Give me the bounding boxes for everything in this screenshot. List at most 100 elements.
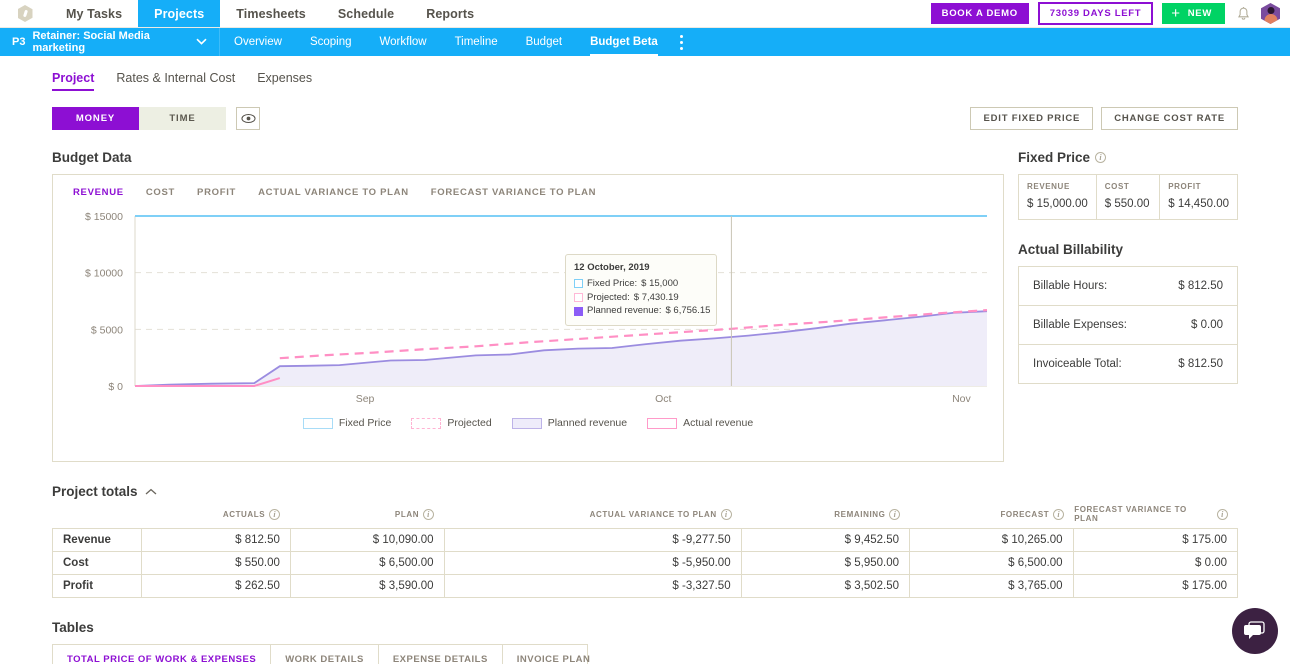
info-icon[interactable]: i	[423, 508, 435, 520]
info-icon[interactable]: i	[1217, 508, 1229, 520]
chart-tab-profit[interactable]: PROFIT	[197, 187, 236, 198]
col-header-actuals: ACTUALS i	[141, 505, 290, 523]
tooltip-label: Projected:	[587, 291, 630, 303]
info-icon[interactable]: i	[889, 508, 901, 520]
cell-actuals: $ 550.00	[142, 552, 291, 574]
chart-tab-revenue[interactable]: REVENUE	[73, 187, 124, 198]
tooltip-value: $ 15,000	[641, 277, 679, 289]
legend-item-fixed-price[interactable]: Fixed Price	[302, 417, 391, 429]
legend-item-planned-revenue[interactable]: Planned revenue	[511, 417, 627, 429]
tab-label: Budget Beta	[590, 36, 658, 48]
fixed-price-cost-cell: COST $ 550.00	[1096, 174, 1161, 220]
nav-label: My Tasks	[66, 6, 123, 21]
info-icon[interactable]: i	[269, 508, 281, 520]
time-toggle-button[interactable]: TIME	[139, 107, 226, 130]
project-code: P3	[12, 36, 26, 48]
col-header-label: FORECAST	[1000, 509, 1050, 519]
info-icon[interactable]: i	[1095, 152, 1107, 163]
cell-plan: $ 6,500.00	[291, 552, 445, 574]
nav-label: Projects	[154, 6, 205, 21]
col-header-plan: PLAN i	[290, 505, 444, 523]
money-toggle-button[interactable]: MONEY	[52, 107, 139, 130]
project-totals-section: Project totals ACTUALS i PLAN i ACTUAL V…	[52, 484, 1238, 598]
notifications-bell-icon[interactable]	[1234, 5, 1252, 23]
new-button[interactable]: + NEW	[1162, 3, 1225, 24]
subtab-rates-internal-cost[interactable]: Rates & Internal Cost	[116, 71, 235, 91]
tab-label: Overview	[234, 36, 282, 48]
budget-data-title: Budget Data	[52, 150, 1004, 165]
table-row: Cost $ 550.00 $ 6,500.00 $ -5,950.00 $ 5…	[53, 552, 1237, 575]
col-header-label: ACTUALS	[222, 509, 266, 519]
chart-tab-cost[interactable]: COST	[146, 187, 175, 198]
tables-title: Tables	[52, 620, 1238, 635]
edit-fixed-price-button[interactable]: EDIT FIXED PRICE	[970, 107, 1094, 130]
y-axis-tick-label: $ 0	[108, 381, 123, 393]
nav-item-timesheets[interactable]: Timesheets	[220, 0, 322, 27]
nav-item-projects[interactable]: Projects	[138, 0, 221, 27]
cell-forecast-variance: $ 0.00	[1195, 557, 1227, 569]
table-row: Profit $ 262.50 $ 3,590.00 $ -3,327.50 $…	[53, 575, 1237, 597]
nav-label: Reports	[426, 6, 475, 21]
subtab-project[interactable]: Project	[52, 71, 95, 91]
billability-row-billable-hours: Billable Hours: $ 812.50	[1019, 267, 1237, 306]
billability-row-invoiceable-total: Invoiceable Total: $ 812.50	[1019, 345, 1237, 383]
subtab-label: Rates & Internal Cost	[116, 71, 236, 85]
chart-metric-tabs: REVENUE COST PROFIT ACTUAL VARIANCE TO P…	[67, 187, 989, 198]
project-tab-overview[interactable]: Overview	[220, 28, 296, 56]
tooltip-date: 12 October, 2019	[574, 262, 650, 273]
project-selector[interactable]: P3 Retainer: Social Media marketing	[0, 28, 220, 56]
project-tab-scoping[interactable]: Scoping	[296, 28, 366, 56]
tables-tab-expense-details[interactable]: EXPENSE DETAILS	[379, 645, 503, 664]
section-subtabs: Project Rates & Internal Cost Expenses	[52, 56, 1238, 91]
row-value: $ 0.00	[1191, 319, 1223, 331]
more-options-icon[interactable]	[672, 28, 691, 56]
cell-forecast-variance: $ 175.00	[1182, 580, 1227, 592]
actual-billability-heading: Actual Billability	[1018, 242, 1124, 257]
nav-item-my-tasks[interactable]: My Tasks	[50, 0, 138, 27]
chevron-up-icon[interactable]	[145, 484, 157, 499]
book-a-demo-button[interactable]: BOOK A DEMO	[930, 3, 1029, 24]
subtab-expenses[interactable]: Expenses	[257, 71, 312, 91]
table-row: Revenue $ 812.50 $ 10,090.00 $ -9,277.50…	[53, 529, 1237, 552]
budget-data-heading: Budget Data	[52, 150, 132, 165]
app-logo[interactable]	[0, 0, 50, 27]
days-left-badge[interactable]: 73039 DAYS LEFT	[1037, 2, 1154, 25]
y-axis-tick-label: $ 10000	[85, 268, 123, 280]
row-value: $ 812.50	[1178, 358, 1223, 370]
row-label: Cost	[53, 552, 143, 574]
main-columns: Budget Data REVENUE COST PROFIT ACTUAL V…	[52, 150, 1238, 462]
chat-bubble-icon[interactable]	[1232, 608, 1278, 654]
col-header-label: ACTUAL VARIANCE TO PLAN	[589, 509, 717, 519]
top-nav-actions: BOOK A DEMO 73039 DAYS LEFT + NEW	[930, 0, 1290, 27]
project-tab-budget[interactable]: Budget	[512, 28, 576, 56]
cell-actuals: $ 812.50	[142, 529, 291, 551]
project-totals-title[interactable]: Project totals	[52, 484, 1238, 499]
change-cost-rate-button[interactable]: CHANGE COST RATE	[1101, 107, 1238, 130]
tooltip-swatch-planned-revenue	[574, 306, 583, 316]
tables-tab-total-price-of-work-expenses[interactable]: TOTAL PRICE OF WORK & EXPENSES	[53, 645, 272, 664]
project-tab-workflow[interactable]: Workflow	[366, 28, 441, 56]
col-header-label: REMAINING	[834, 509, 886, 519]
user-avatar[interactable]	[1261, 3, 1280, 24]
project-tab-budget-beta[interactable]: Budget Beta	[576, 28, 672, 56]
tooltip-value: $ 6,756.15	[665, 305, 711, 317]
tables-tab-invoice-plan[interactable]: INVOICE PLAN	[503, 645, 605, 664]
project-totals-heading: Project totals	[52, 484, 138, 499]
info-icon[interactable]: i	[1053, 508, 1065, 520]
legend-item-actual-revenue[interactable]: Actual revenue	[647, 417, 753, 429]
cell-forecast: $ 3,765.00	[910, 575, 1074, 597]
nav-item-reports[interactable]: Reports	[410, 0, 490, 27]
chart-tab-forecast-variance-to-plan[interactable]: FORECAST VARIANCE TO PLAN	[431, 187, 596, 198]
chart-tab-actual-variance-to-plan[interactable]: ACTUAL VARIANCE TO PLAN	[258, 187, 409, 198]
legend-item-projected[interactable]: Projected	[411, 417, 492, 429]
nav-item-schedule[interactable]: Schedule	[322, 0, 410, 27]
new-button-label: NEW	[1187, 8, 1212, 19]
tables-tab-work-details[interactable]: WORK DETAILS	[271, 645, 379, 664]
legend-swatch-fixed-price	[302, 417, 333, 429]
project-tab-timeline[interactable]: Timeline	[441, 28, 512, 56]
visibility-eye-icon[interactable]	[236, 107, 260, 130]
info-icon[interactable]: i	[720, 508, 732, 520]
fixed-price-title: Fixed Price i	[1018, 150, 1238, 165]
tooltip-row-planned-revenue: Planned revenue: $ 6,756.15	[574, 304, 711, 318]
row-label: Profit	[53, 575, 143, 597]
